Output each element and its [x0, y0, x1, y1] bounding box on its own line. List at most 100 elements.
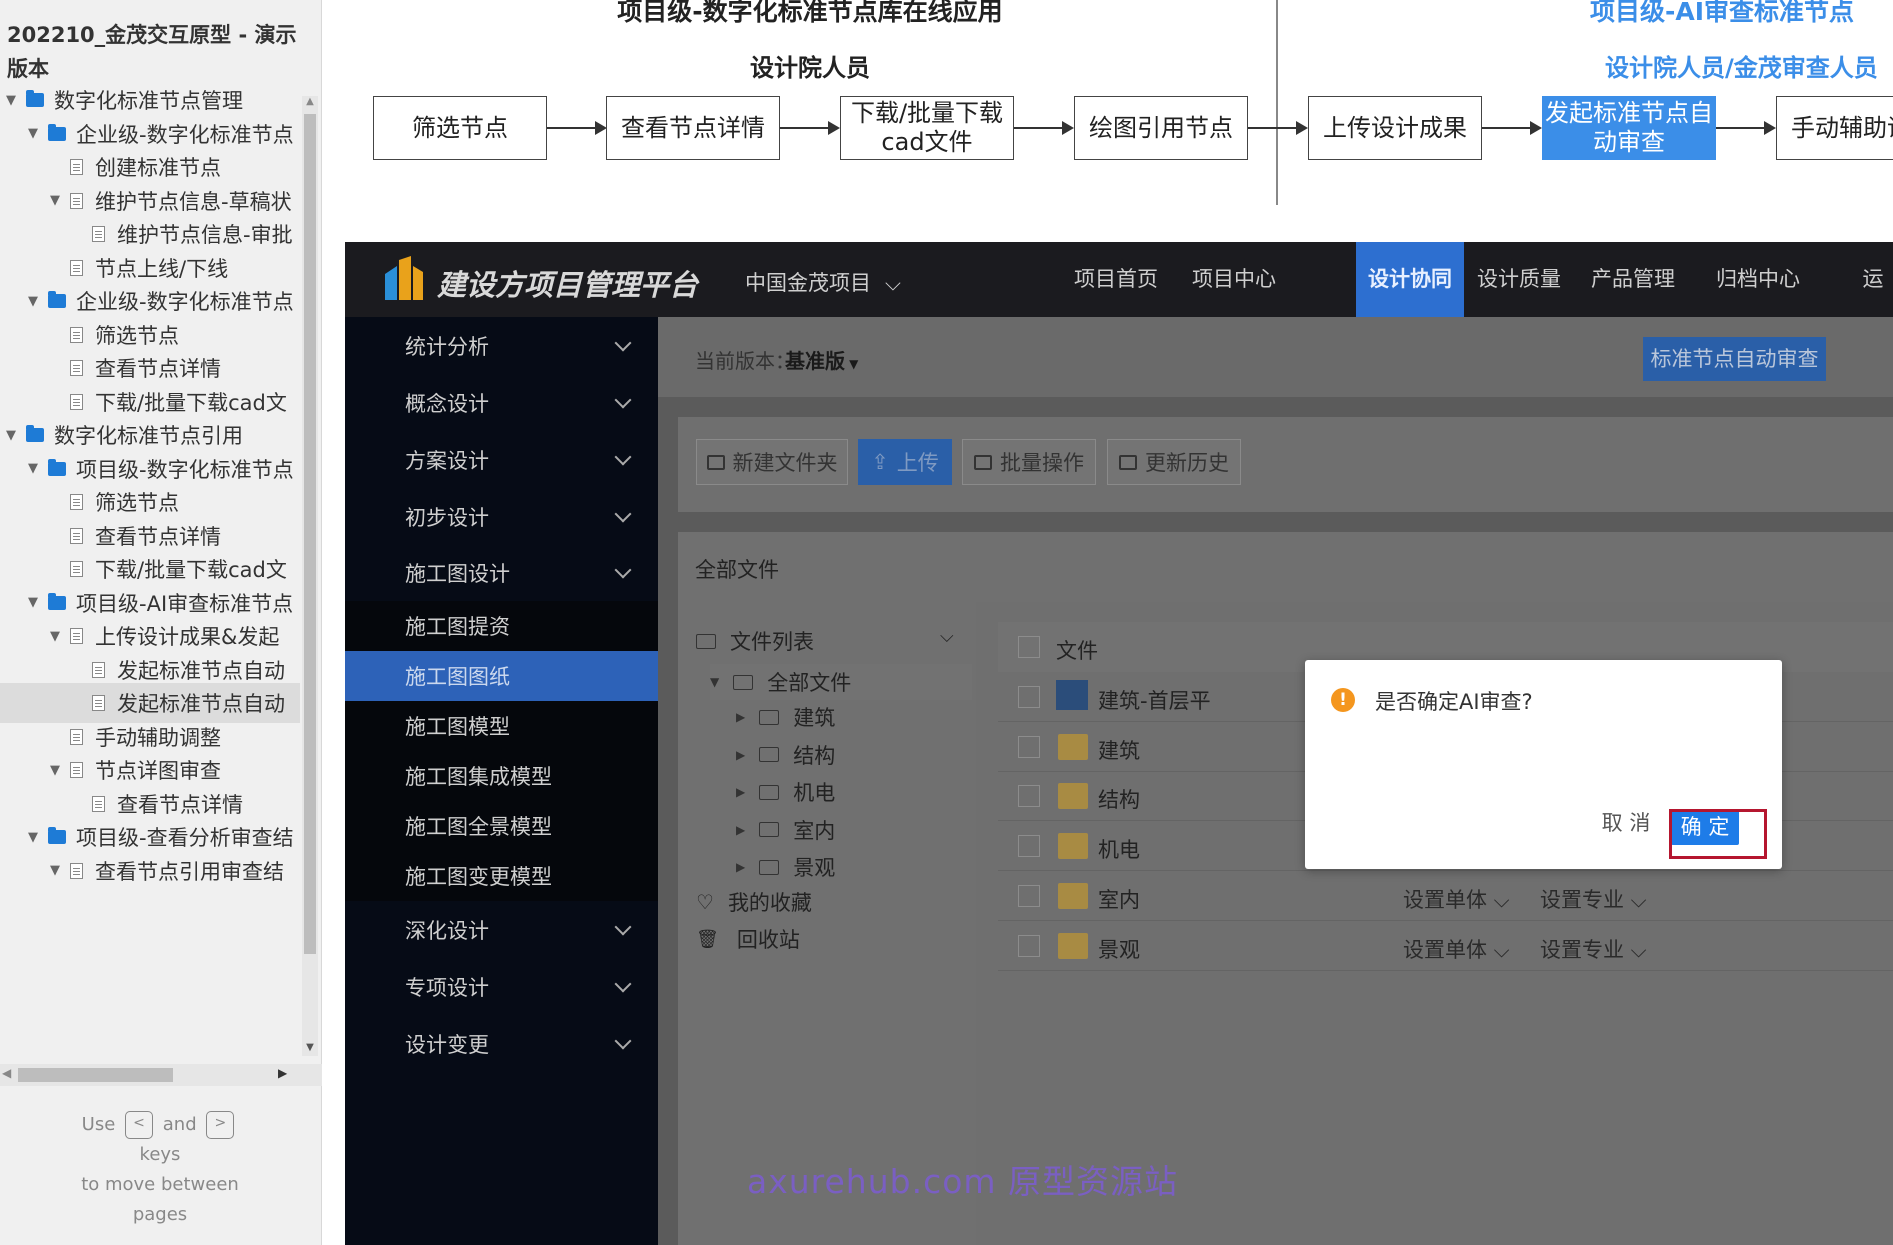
expand-caret-icon[interactable]: ▼ [26, 294, 40, 309]
scroll-right-arrow-icon[interactable]: ▶ [278, 1066, 287, 1080]
upload-button[interactable]: ⇪ 上传 [858, 439, 952, 485]
side-menu-item[interactable]: 深化设计 [345, 901, 658, 958]
row-checkbox[interactable] [1018, 785, 1040, 808]
row-checkbox[interactable] [1018, 735, 1040, 758]
row-checkbox[interactable] [1018, 884, 1040, 907]
flow-left-title: 项目级-数字化标准节点库在线应用 [617, 0, 1003, 26]
history-button[interactable]: 更新历史 [1107, 439, 1241, 485]
expand-caret-icon[interactable]: ▼ [48, 629, 62, 644]
file-name[interactable]: 建筑 [1098, 735, 1140, 765]
side-menu-item[interactable]: 设计变更 [345, 1015, 658, 1072]
scroll-up-arrow-icon[interactable]: ▲ [302, 96, 318, 110]
new-folder-button[interactable]: 新建文件夹 [696, 439, 848, 485]
expand-caret-icon[interactable]: ▼ [26, 461, 40, 476]
expand-caret-icon[interactable]: ▼ [48, 763, 62, 778]
expand-caret-icon[interactable]: ▼ [4, 93, 18, 108]
tree-folder-label: 结构 [793, 743, 836, 768]
set-discipline-dropdown[interactable]: 设置专业 ⌵ [1540, 884, 1647, 914]
nav-item[interactable]: 项目中心 [1175, 242, 1293, 317]
file-name[interactable]: 结构 [1098, 784, 1140, 814]
nav-item[interactable]: 归档中心 [1703, 242, 1813, 317]
tree-folder[interactable]: ▶ 景观 [736, 852, 835, 882]
side-submenu-item[interactable]: 施工图模型 [345, 701, 658, 751]
table-row[interactable]: 室内 设置单体 ⌵ 设置专业 ⌵ [998, 871, 1893, 921]
select-all-checkbox[interactable] [1018, 636, 1040, 658]
side-submenu-item[interactable]: 施工图图纸 [345, 651, 658, 701]
flow-step-highlighted: 发起标准节点自动审查 [1542, 96, 1716, 160]
side-submenu-item[interactable]: 施工图集成模型 [345, 751, 658, 801]
page-icon [70, 159, 83, 175]
sitemap-page[interactable]: ▼ 查看节点引用审查结 [0, 851, 300, 891]
file-name[interactable]: 机电 [1098, 834, 1140, 864]
hint-and: and [162, 1114, 197, 1135]
set-discipline-dropdown[interactable]: 设置专业 ⌵ [1540, 934, 1647, 964]
breadcrumb-all-files[interactable]: 全部文件 [695, 554, 779, 584]
version-dropdown[interactable]: 基准版 ▼ [785, 345, 858, 374]
sitemap-item-label: 筛选节点 [95, 323, 179, 348]
side-menu-item[interactable]: 统计分析 [345, 317, 658, 374]
scrollbar-thumb[interactable] [304, 114, 316, 954]
sitemap-horizontal-scrollbar[interactable]: ◀ ▶ [0, 1064, 322, 1086]
auto-review-button[interactable]: 标准节点自动审查 [1643, 337, 1826, 381]
table-row[interactable]: 景观 设置单体 ⌵ 设置专业 ⌵ [998, 921, 1893, 971]
side-menu-item[interactable]: 概念设计 [345, 374, 658, 431]
nav-item-active[interactable]: 设计协同 [1356, 242, 1464, 317]
batch-button[interactable]: 批量操作 [962, 439, 1096, 485]
tree-root-label: 全部文件 [767, 671, 852, 695]
tree-root[interactable]: ▼ 全部文件 [710, 664, 972, 700]
flow-step: 查看节点详情 [606, 96, 780, 160]
file-name[interactable]: 室内 [1098, 884, 1140, 914]
heart-icon: ♡ [696, 890, 714, 914]
project-selector[interactable]: 中国金茂项目 ⌵ [745, 267, 901, 297]
row-checkbox[interactable] [1018, 686, 1040, 708]
caret-right-icon[interactable]: ▶ [736, 823, 745, 837]
caret-right-icon[interactable]: ▶ [736, 748, 745, 762]
sitemap-item-label: 项目级-查看分析审查结 [76, 826, 294, 850]
scroll-left-arrow-icon[interactable]: ◀ [2, 1066, 11, 1080]
tree-folder-label: 建筑 [793, 706, 836, 730]
tree-folder[interactable]: ▶ 建筑 [736, 702, 835, 732]
nav-item[interactable]: 产品管理 [1573, 242, 1693, 317]
set-unit-dropdown[interactable]: 设置单体 ⌵ [1403, 884, 1510, 914]
tree-folder[interactable]: ▶ 室内 [736, 815, 835, 845]
chevron-down-icon[interactable]: ⌵ [940, 626, 954, 647]
side-submenu-item[interactable]: 施工图变更模型 [345, 851, 658, 901]
expand-caret-icon[interactable]: ▼ [4, 428, 18, 443]
set-unit-dropdown[interactable]: 设置单体 ⌵ [1403, 934, 1510, 964]
expand-caret-icon[interactable]: ▼ [26, 126, 40, 141]
cancel-button[interactable]: 取 消 [1595, 804, 1657, 842]
caret-right-icon[interactable]: ▶ [736, 860, 745, 874]
page-icon [70, 762, 83, 778]
column-file: 文件 [1056, 639, 1098, 663]
side-submenu-item[interactable]: 施工图提资 [345, 601, 658, 651]
side-menu-item[interactable]: 施工图设计 [345, 545, 658, 601]
chevron-down-icon [614, 448, 632, 465]
sitemap-vertical-scrollbar[interactable]: ▲ ▼ [302, 96, 318, 1056]
side-menu-item[interactable]: 初步设计 [345, 488, 658, 545]
tree-folder[interactable]: ▶ 结构 [736, 740, 835, 770]
recycle-item[interactable]: 🗑 回收站 [696, 924, 800, 954]
nav-item[interactable]: 项目首页 [1057, 242, 1175, 317]
scroll-down-arrow-icon[interactable]: ▼ [302, 1042, 318, 1056]
expand-caret-icon[interactable]: ▼ [48, 863, 62, 878]
file-name[interactable]: 景观 [1098, 934, 1140, 964]
side-menu-item[interactable]: 方案设计 [345, 431, 658, 488]
caret-right-icon[interactable]: ▶ [736, 710, 745, 724]
tree-folder[interactable]: ▶ 机电 [736, 777, 835, 807]
side-menu-label: 施工图模型 [405, 715, 510, 739]
project-name: 中国金茂项目 [745, 271, 871, 295]
row-checkbox[interactable] [1018, 934, 1040, 957]
file-name[interactable]: 建筑-首层平 [1098, 685, 1211, 715]
row-checkbox[interactable] [1018, 835, 1040, 858]
keyboard-hint: Use < and > keys to move between pages [40, 1110, 280, 1230]
favorites-item[interactable]: ♡ 我的收藏 [696, 887, 812, 917]
expand-caret-icon[interactable]: ▼ [48, 193, 62, 208]
caret-right-icon[interactable]: ▶ [736, 785, 745, 799]
expand-caret-icon[interactable]: ▼ [26, 595, 40, 610]
scrollbar-thumb[interactable] [18, 1068, 173, 1082]
nav-item[interactable]: 运 [1853, 242, 1893, 317]
nav-item[interactable]: 设计质量 [1469, 242, 1569, 317]
side-submenu-item[interactable]: 施工图全景模型 [345, 801, 658, 851]
expand-caret-icon[interactable]: ▼ [26, 830, 40, 845]
side-menu-item[interactable]: 专项设计 [345, 958, 658, 1015]
